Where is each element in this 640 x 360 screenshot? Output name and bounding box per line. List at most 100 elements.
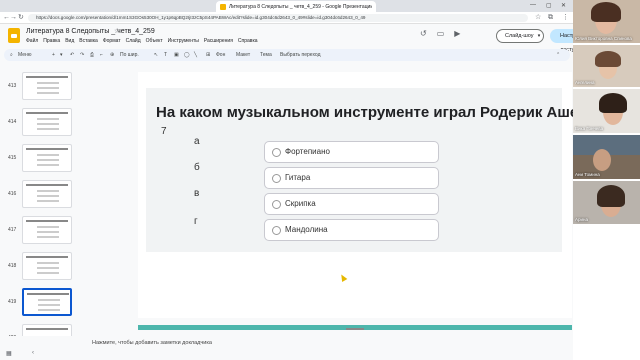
slide-thumbnail[interactable]: 414 bbox=[0, 108, 82, 144]
back-icon[interactable]: ← bbox=[3, 14, 10, 22]
answer-option[interactable]: Фортепиано bbox=[264, 141, 439, 163]
notes-resize-handle[interactable] bbox=[346, 328, 364, 330]
menu-format[interactable]: Формат bbox=[103, 38, 121, 44]
hair-shape bbox=[597, 185, 625, 207]
participant-tile[interactable]: Арина bbox=[573, 181, 640, 224]
browser-tab[interactable]: Литература 8 Следопыты _ четв_4_259 - Go… bbox=[216, 1, 376, 12]
star-icon[interactable]: ☆ bbox=[114, 27, 120, 35]
slide-number: 416 bbox=[8, 191, 17, 197]
minimize-icon[interactable]: — bbox=[530, 2, 536, 8]
close-icon[interactable]: ✕ bbox=[561, 2, 566, 9]
slide-thumbnail[interactable]: 415 bbox=[0, 144, 82, 180]
thumb-preview bbox=[22, 324, 72, 336]
toolbar-menu-label[interactable]: Меню bbox=[18, 49, 32, 61]
answer-label: Фортепиано bbox=[285, 147, 330, 156]
slides-favicon-icon bbox=[220, 3, 226, 10]
select-tool-icon[interactable]: ↖ bbox=[154, 49, 158, 61]
shape-icon[interactable]: ◯ bbox=[184, 49, 190, 61]
menu-view[interactable]: Вид bbox=[65, 38, 74, 44]
video-call-icon[interactable]: ▶ bbox=[454, 29, 460, 38]
slide-thumbnail[interactable]: 418 bbox=[0, 252, 82, 288]
new-slide-icon[interactable]: + bbox=[52, 49, 55, 61]
option-letter: г bbox=[194, 216, 198, 227]
zoom-icon[interactable]: ⊕ bbox=[110, 49, 114, 61]
thumb-preview bbox=[22, 288, 72, 316]
video-call-panel: Юлия Викторовна Спинова Ангелина Вика Го… bbox=[573, 0, 640, 360]
browser-menu-icon[interactable]: ⋮ bbox=[562, 14, 569, 22]
thumb-preview bbox=[22, 144, 72, 172]
search-icon[interactable]: ⌕ bbox=[10, 49, 13, 61]
radio-icon bbox=[272, 174, 281, 183]
layout-button[interactable]: Макет bbox=[236, 49, 250, 61]
slide-number: 415 bbox=[8, 155, 17, 161]
thumb-preview bbox=[22, 108, 72, 136]
menu-insert[interactable]: Вставка bbox=[79, 38, 98, 44]
participant-tile[interactable]: Юлия Викторовна Спинова bbox=[573, 0, 640, 43]
reload-icon[interactable]: ↻ bbox=[18, 14, 24, 22]
slide-thumbnail[interactable]: 420 bbox=[0, 324, 82, 336]
menu-object[interactable]: Объект bbox=[146, 38, 163, 44]
chevron-down-icon[interactable]: ▾ bbox=[60, 49, 63, 61]
participant-name: Ангелина bbox=[575, 80, 595, 85]
url-input[interactable]: https://docs.google.com/presentation/d/1… bbox=[28, 14, 528, 22]
forward-icon[interactable]: → bbox=[10, 14, 17, 22]
radio-icon bbox=[272, 226, 281, 235]
menu-file[interactable]: Файл bbox=[26, 38, 38, 44]
comment-icon[interactable]: ▭ bbox=[437, 29, 445, 38]
answer-label: Скрипка bbox=[285, 199, 316, 208]
menu-help[interactable]: Справка bbox=[238, 38, 258, 44]
participant-tile[interactable]: Вика Гончева bbox=[573, 89, 640, 133]
option-letter: б bbox=[194, 162, 200, 173]
background-button[interactable]: Фон bbox=[216, 49, 225, 61]
zoom-select[interactable]: По шир. bbox=[120, 49, 139, 61]
text-box-icon[interactable]: T bbox=[164, 49, 167, 61]
participant-tile[interactable]: Ангелина bbox=[573, 45, 640, 87]
slide-number: 418 bbox=[8, 263, 17, 269]
menu-edit[interactable]: Правка bbox=[43, 38, 60, 44]
image-icon[interactable]: ▣ bbox=[174, 49, 179, 61]
answer-option[interactable]: Мандолина bbox=[264, 219, 439, 241]
slide-thumbnail[interactable]: 417 bbox=[0, 216, 82, 252]
slides-app: Литература 8 Следопыты _ четв_4_259 - Go… bbox=[0, 0, 597, 360]
history-icon[interactable]: ↺ bbox=[420, 29, 427, 38]
comment-add-icon[interactable]: ⊞ bbox=[206, 49, 210, 61]
radio-icon bbox=[272, 200, 281, 209]
quiz-card: На каком музыкальном инструменте играл Р… bbox=[146, 88, 597, 252]
line-icon[interactable]: ╲ bbox=[194, 49, 197, 61]
chevron-down-icon[interactable]: ▾ bbox=[534, 29, 544, 43]
thumb-preview bbox=[22, 252, 72, 280]
question-text: На каком музыкальном инструменте играл Р… bbox=[156, 104, 597, 121]
header-icons: ↺ ▭ ▶ bbox=[420, 29, 460, 38]
answer-option[interactable]: Скрипка bbox=[264, 193, 439, 215]
print-icon[interactable]: ⎙ bbox=[90, 49, 94, 61]
menu-extensions[interactable]: Расширения bbox=[204, 38, 233, 44]
chevron-up-icon[interactable]: ⌃ bbox=[556, 49, 560, 61]
transition-button[interactable]: Выбрать переход bbox=[280, 49, 321, 61]
doc-title[interactable]: Литература 8 Следопыты _ четв_4_259 bbox=[26, 28, 155, 35]
slide[interactable]: На каком музыкальном инструменте играл Р… bbox=[138, 72, 597, 330]
extensions-icon[interactable]: ⧉ bbox=[548, 14, 553, 22]
participant-tile[interactable]: Ани Томина bbox=[573, 135, 640, 179]
maximize-icon[interactable]: ▢ bbox=[546, 2, 552, 9]
menu-bar: Файл Правка Вид Вставка Формат Слайд Объ… bbox=[26, 38, 258, 44]
bookmark-star-icon[interactable]: ☆ bbox=[535, 14, 541, 22]
grid-view-icon[interactable]: ▦ bbox=[6, 350, 12, 357]
theme-button[interactable]: Тема bbox=[260, 49, 272, 61]
answer-option[interactable]: Гитара bbox=[264, 167, 439, 189]
redo-icon[interactable]: ↷ bbox=[80, 49, 84, 61]
slide-canvas: На каком музыкальном инструменте играл Р… bbox=[86, 64, 597, 336]
slide-thumbnail[interactable]: 413 bbox=[0, 72, 82, 108]
menu-slide[interactable]: Слайд bbox=[126, 38, 141, 44]
tab-title: Литература 8 Следопыты _ четв_4_259 - Go… bbox=[228, 3, 372, 10]
undo-icon[interactable]: ↶ bbox=[70, 49, 74, 61]
menu-tools[interactable]: Инструменты bbox=[168, 38, 199, 44]
collapse-icon[interactable]: ‹ bbox=[32, 350, 34, 356]
hair-shape bbox=[599, 93, 627, 113]
paint-format-icon[interactable]: ⌐ bbox=[100, 49, 103, 61]
radio-icon bbox=[272, 148, 281, 157]
browser-tab-bar: Литература 8 Следопыты _ четв_4_259 - Go… bbox=[0, 0, 573, 12]
slide-thumbnail-selected[interactable]: 419 bbox=[0, 288, 82, 324]
speaker-notes[interactable]: Нажмите, чтобы добавить заметки докладчи… bbox=[86, 336, 573, 350]
slide-thumbnail[interactable]: 416 bbox=[0, 180, 82, 216]
slides-logo-icon[interactable] bbox=[8, 28, 20, 43]
